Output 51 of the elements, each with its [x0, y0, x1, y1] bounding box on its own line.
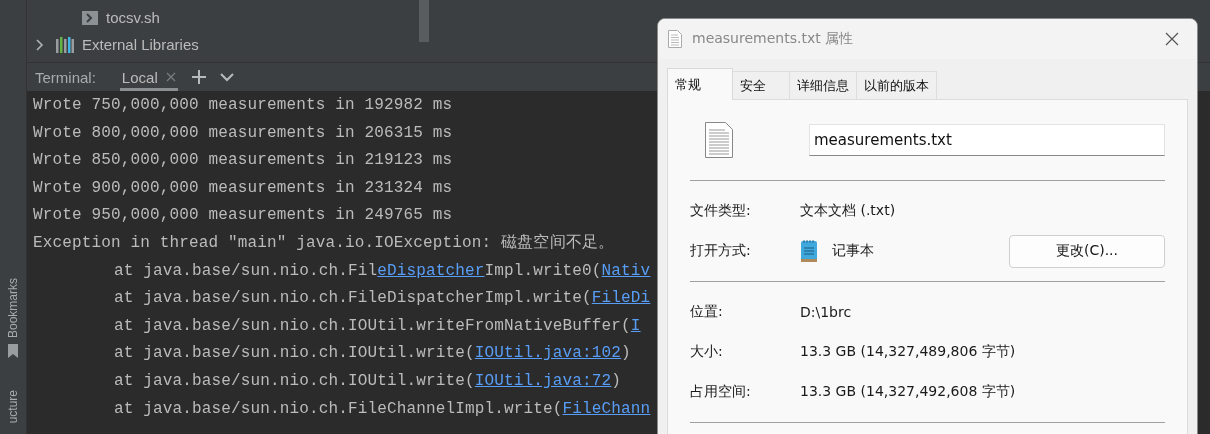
terminal-line: at java.base/sun.nio.ch.FileDispatcherImpl.write(FileDi: [113, 288, 651, 310]
terminal-line: Wrote 850,000,000 measurements in 219123 ms: [32, 150, 453, 172]
terminal-line: at java.base/sun.nio.ch.FileDispatcherImpl.write0(Nativ: [113, 260, 651, 282]
chevron-down-icon[interactable]: [219, 72, 234, 82]
terminal-line: at java.base/sun.nio.ch.IOUtil.write(IOUtil.java:72): [113, 370, 622, 392]
bookmarks-tool-label[interactable]: Bookmarks: [6, 278, 20, 339]
terminal-line: Wrote 950,000,000 measurements in 249765 ms: [32, 205, 453, 227]
dialog-tab[interactable]: 常规: [667, 68, 733, 100]
property-value: 文本文档 (.txt): [800, 202, 896, 220]
structure-tool-label[interactable]: ucture: [6, 390, 20, 424]
add-icon[interactable]: [191, 70, 206, 84]
property-label: 文件类型:: [690, 202, 752, 220]
property-value: 记事本: [832, 242, 875, 260]
terminal-line: at java.base/sun.nio.ch.IOUtil.write(IOUtil.java:102): [113, 343, 631, 365]
property-value: 13.3 GB (14,327,489,806 字节): [800, 343, 1016, 361]
file-name-field[interactable]: measurements.txt: [809, 124, 1165, 156]
property-label: 位置:: [690, 303, 724, 321]
close-icon[interactable]: [1165, 32, 1179, 46]
tree-item[interactable]: External Libraries: [82, 36, 199, 53]
property-label: 大小:: [690, 343, 724, 361]
source-link[interactable]: FileDi: [591, 289, 651, 308]
document-icon: [705, 122, 733, 158]
source-link[interactable]: eDispatcher: [377, 261, 485, 280]
terminal-file-icon: [82, 10, 98, 25]
terminal-tab[interactable]: Local: [119, 63, 178, 91]
property-value: D:\1brc: [800, 304, 852, 320]
terminal-line: Wrote 800,000,000 measurements in 206315 ms: [32, 122, 453, 144]
document-icon: [668, 30, 682, 48]
terminal-line: at java.base/sun.nio.ch.IOUtil.writeFromNativeBuffer(I: [113, 315, 641, 337]
change-button[interactable]: 更改(C)...: [1009, 234, 1165, 268]
chevron-icon[interactable]: [36, 38, 44, 51]
terminal-label: Terminal:: [35, 68, 96, 86]
source-link[interactable]: IOUtil.java:72: [474, 371, 612, 390]
tree-item[interactable]: tocsv.sh: [106, 9, 160, 26]
terminal-line: Exception in thread "main" java.io.IOException: 磁盘空间不足。: [32, 232, 615, 254]
dialog-title: measurements.txt 属性: [692, 30, 855, 48]
scrollbar[interactable]: [419, 0, 429, 42]
property-value: 13.3 GB (14,327,492,608 字节): [800, 383, 1016, 401]
property-label: 打开方式:: [690, 242, 752, 260]
property-label: 占用空间:: [690, 383, 752, 401]
terminal-line: Wrote 750,000,000 measurements in 192982 ms: [32, 95, 453, 116]
terminal-line: at java.base/sun.nio.ch.FileChannelImpl.write(FileChann: [113, 398, 651, 420]
terminal-line: Wrote 900,000,000 measurements in 231324 ms: [32, 177, 453, 199]
source-link[interactable]: I: [630, 316, 641, 335]
source-link[interactable]: Nativ: [601, 261, 651, 280]
source-link[interactable]: IOUtil.java:102: [474, 344, 622, 363]
notepad-icon: [800, 239, 818, 263]
source-link[interactable]: FileChann: [562, 399, 651, 418]
bookmark-icon[interactable]: [7, 344, 19, 359]
library-icon: [56, 36, 74, 53]
dialog-tab[interactable]: 以前的版本: [856, 71, 937, 99]
